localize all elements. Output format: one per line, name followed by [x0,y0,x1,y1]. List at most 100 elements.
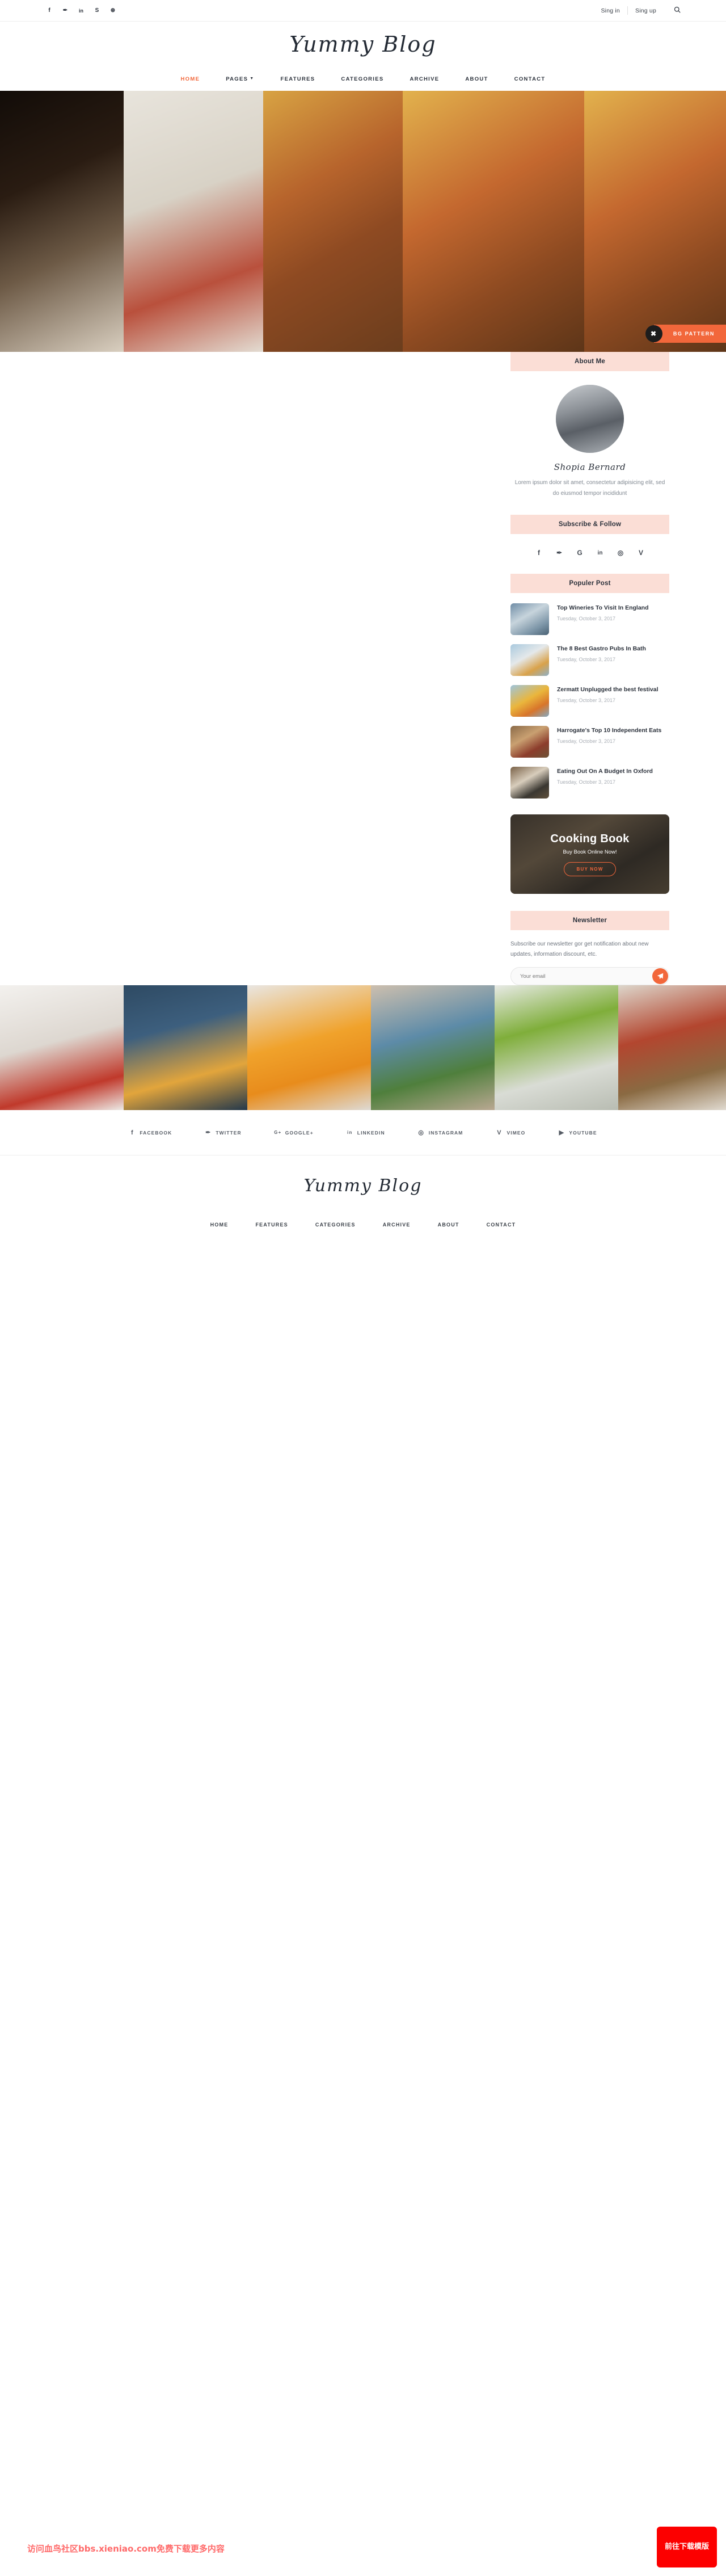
buy-now-button[interactable]: BUY NOW [563,862,617,876]
nav-item-label: PAGES [226,75,248,82]
footer-image-gallery [0,985,726,1110]
post-thumbnail [510,685,549,717]
popular-post-item[interactable]: Harrogate's Top 10 Independent Eats Tuesd… [510,726,669,758]
dribbble-icon[interactable]: ⊛ [109,7,117,15]
popular-post-item[interactable]: Top Wineries To Visit In England Tuesday,… [510,603,669,635]
footer-social-twitter[interactable]: ✒ TWITTER [188,1129,258,1136]
nav-item-categories[interactable]: CATEGORIES [328,76,396,82]
hero-slide-bruschetta-2[interactable] [403,91,584,352]
nav-item-label: ABOUT [465,75,488,82]
gallery-image [0,985,124,1110]
popular-post-list: Top Wineries To Visit In England Tuesday,… [510,593,669,799]
gallery-salad-board[interactable] [618,985,726,1110]
main-content-column [45,352,476,985]
footer-nav-about[interactable]: ABOUT [424,1222,473,1228]
gallery-fruit-bowl[interactable] [124,985,247,1110]
footer-social-vimeo[interactable]: V VIMEO [479,1129,542,1136]
footer-nav-home[interactable]: HOME [197,1222,242,1228]
popular-post-item[interactable]: Eating Out On A Budget In Oxford Tuesday,… [510,767,669,799]
content-placeholder [45,352,476,556]
nav-item-home[interactable]: HOME [168,76,213,82]
book-subtitle: Buy Book Online Now! [563,848,617,855]
follow-icon-list: f ✒ Gin ◎ V [510,534,669,557]
nav-item-contact[interactable]: CONTACT [501,76,559,82]
gallery-image [371,985,495,1110]
footer-social-label: VIMEO [506,1129,526,1136]
google-icon[interactable]: G [576,549,584,557]
widget-subscribe-follow: Subscribe & Follow f ✒ Gin ◎ V [510,515,669,557]
search-icon[interactable] [674,6,681,15]
gallery-image [618,985,726,1110]
post-date: Tuesday, October 3, 2017 [557,657,616,663]
linkedin-icon: in [347,1130,353,1135]
email-input[interactable] [510,967,669,985]
topbar-account-links: Sing in Sing up [593,6,681,15]
nav-item-label: ARCHIVE [410,75,440,82]
footer-social-label: INSTAGRAM [428,1129,463,1136]
cooking-book-banner[interactable]: Cooking Book Buy Book Online Now! BUY NO… [510,814,669,894]
linkedin-icon[interactable]: in [596,549,604,557]
facebook-icon[interactable]: f [535,549,543,557]
footer-nav-contact[interactable]: CONTACT [473,1222,530,1228]
post-meta: Eating Out On A Budget In Oxford Tuesday,… [557,767,669,787]
hero-slide-dinner-wine[interactable] [0,91,124,352]
instagram-icon[interactable]: ◎ [617,549,624,557]
footer-nav-categories[interactable]: CATEGORIES [302,1222,369,1228]
footer-social-label: FACEBOOK [140,1129,172,1136]
hero-slider[interactable]: ✖ BG PATTERN [0,91,726,352]
footer-logo[interactable]: Yummy Blog [0,1176,726,1196]
slide-image [124,91,263,352]
post-title[interactable]: Top Wineries To Visit In England [557,604,669,612]
hero-slide-granola-strawberry[interactable] [124,91,263,352]
footer-nav-features[interactable]: FEATURES [242,1222,301,1228]
gallery-salad-plate[interactable] [371,985,495,1110]
post-thumbnail [510,767,549,799]
skype-icon[interactable]: S [93,7,101,15]
hero-slide-bruschetta-1[interactable] [263,91,403,352]
footer-social-youtube[interactable]: ▶ YOUTUBE [542,1129,613,1136]
widget-about-me: About Me Shopia Bernard Lorem ipsum dolo… [510,352,669,499]
linkedin-icon[interactable]: in [77,7,85,15]
post-title[interactable]: Eating Out On A Budget In Oxford [557,767,669,776]
post-title[interactable]: Zermatt Unplugged the best festival [557,686,669,694]
gallery-pumpkin-soup[interactable] [247,985,371,1110]
sign-in-link[interactable]: Sing in [593,7,627,14]
footer-nav-archive[interactable]: ARCHIVE [369,1222,424,1228]
footer-social-facebook[interactable]: f FACEBOOK [112,1129,188,1136]
close-icon[interactable]: ✖ [645,325,662,342]
post-date: Tuesday, October 3, 2017 [557,697,616,704]
slide-image [584,91,726,352]
nav-item-archive[interactable]: ARCHIVE [397,76,453,82]
widget-title-newsletter: Newsletter [510,911,669,930]
sign-up-link[interactable]: Sing up [628,7,664,14]
nav-item-pages[interactable]: PAGES ▼ [213,76,267,82]
bg-pattern-button[interactable]: ✖ BG PATTERN [645,325,726,343]
post-title[interactable]: The 8 Best Gastro Pubs In Bath [557,645,669,653]
site-logo[interactable]: Yummy Blog [289,32,436,57]
vimeo-icon[interactable]: V [637,549,645,557]
slide-image [403,91,584,352]
popular-post-item[interactable]: The 8 Best Gastro Pubs In Bath Tuesday, O… [510,644,669,676]
hero-slide-bruschetta-3[interactable] [584,91,726,352]
footer-social-google-plus[interactable]: G+ GOOGLE+ [258,1129,330,1136]
popular-post-item[interactable]: Zermatt Unplugged the best festival Tuesd… [510,685,669,717]
nav-item-features[interactable]: FEATURES [268,76,328,82]
gallery-waffles-berries[interactable] [0,985,124,1110]
watermark-text: 访问血鸟社区bbs.xieniao.com免费下载更多内容 [27,2544,225,2554]
post-date: Tuesday, October 3, 2017 [557,616,616,622]
download-template-button[interactable]: 前往下载模版 [656,2527,717,2567]
newsletter-text: Subscribe our newsletter gor get notific… [510,941,649,957]
footer-social-linkedin[interactable]: in LINKEDIN [330,1129,402,1136]
twitter-icon[interactable]: ✒ [61,7,69,15]
facebook-icon[interactable]: f [45,7,53,15]
newsletter-submit-button[interactable] [652,968,668,984]
nav-item-label: CATEGORIES [341,75,384,82]
footer-social-bar: f FACEBOOK ✒ TWITTER G+ GOOGLE+ in LINKEDIN ◎ INS… [0,1110,726,1155]
gallery-herbs-tray[interactable] [495,985,618,1110]
nav-item-label: FEATURES [280,75,315,82]
footer-social-instagram[interactable]: ◎ INSTAGRAM [402,1129,480,1136]
post-title[interactable]: Harrogate's Top 10 Independent Eats [557,726,669,735]
facebook-icon: f [130,1129,134,1136]
twitter-icon[interactable]: ✒ [555,549,563,557]
nav-item-about[interactable]: ABOUT [452,76,501,82]
